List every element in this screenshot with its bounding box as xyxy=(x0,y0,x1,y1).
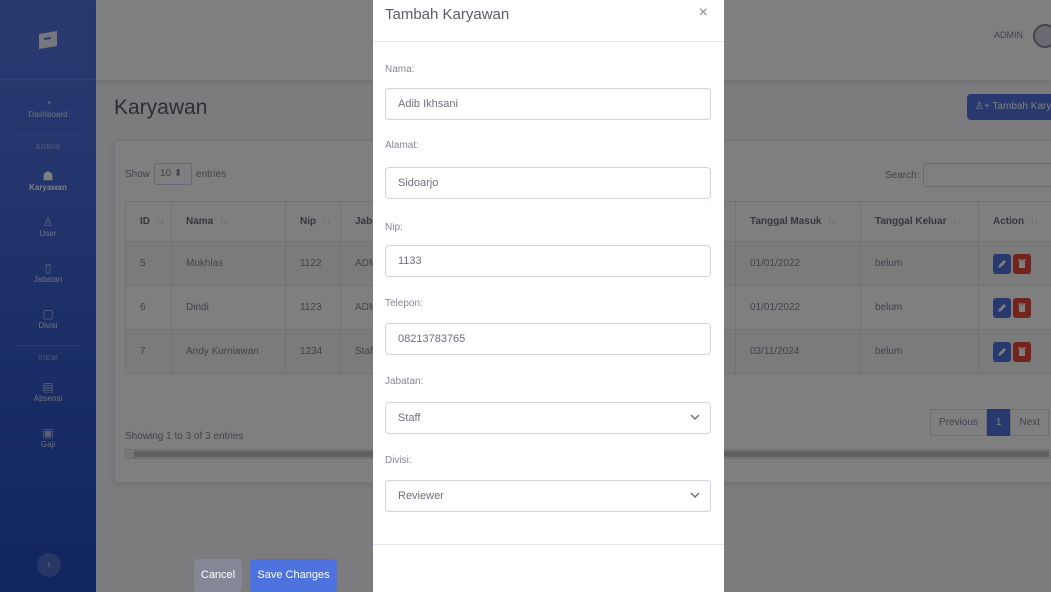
nip-label: Nip: xyxy=(385,222,403,233)
modal-footer xyxy=(373,544,724,592)
telepon-label: Telepon: xyxy=(385,298,423,309)
divisi-select[interactable]: Reviewer xyxy=(385,480,711,512)
cancel-button[interactable]: Cancel xyxy=(194,559,242,592)
modal-title: Tambah Karyawan xyxy=(385,6,510,23)
modal-header: Tambah Karyawan × xyxy=(373,0,724,42)
alamat-field[interactable]: Sidoarjo xyxy=(385,167,711,199)
nama-field[interactable]: Adib Ikhsani xyxy=(385,88,711,120)
close-icon[interactable]: × xyxy=(699,4,708,22)
divisi-select-value: Reviewer xyxy=(398,490,444,502)
divisi-label: Divisi: xyxy=(385,455,412,466)
save-changes-button[interactable]: Save Changes xyxy=(250,559,337,592)
tambah-karyawan-modal: Tambah Karyawan × Nama: Adib Ikhsani Ala… xyxy=(373,0,724,592)
nama-label: Nama: xyxy=(385,64,415,75)
alamat-label: Alamat: xyxy=(385,140,419,151)
nip-field[interactable]: 1133 xyxy=(385,245,711,277)
chevron-down-icon xyxy=(690,414,700,421)
jabatan-select-value: Staff xyxy=(398,412,421,424)
chevron-down-icon xyxy=(690,492,700,499)
jabatan-label: Jabatan: xyxy=(385,376,424,387)
jabatan-select[interactable]: Staff xyxy=(385,402,711,434)
telepon-field[interactable]: 08213783765 xyxy=(385,323,711,355)
